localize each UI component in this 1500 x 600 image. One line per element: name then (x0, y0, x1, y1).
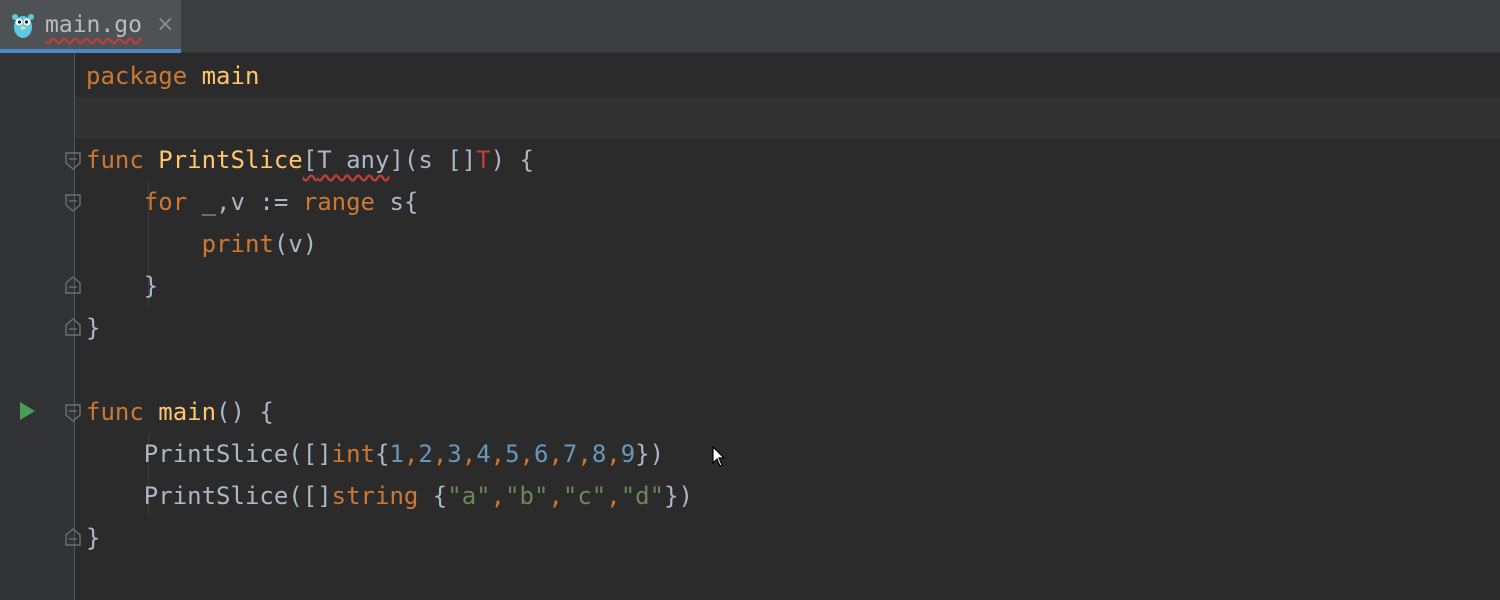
code-text: _,v := (187, 188, 303, 216)
code-line-10[interactable]: PrintSlice([]int{1,2,3,4,5,6,7,8,9}) (86, 433, 664, 475)
number-literal: 1 (389, 440, 404, 468)
code-text: }) (664, 482, 693, 510)
number-literal: 4 (476, 440, 491, 468)
type-param-ref: T (476, 146, 491, 174)
package-name: main (201, 62, 260, 90)
comma: , (461, 440, 477, 468)
fold-marker-icon[interactable] (65, 404, 81, 422)
code-text: }) (635, 440, 665, 468)
comma: , (577, 440, 592, 468)
keyword: func (86, 398, 144, 426)
comma: , (548, 440, 563, 468)
code-line-12[interactable]: } (86, 517, 100, 559)
gopher-icon (12, 14, 34, 38)
tab-main-go[interactable]: main.go × (0, 0, 181, 53)
fold-marker-icon[interactable] (65, 528, 81, 546)
code-text: ([] (288, 482, 332, 510)
comma: , (519, 440, 534, 468)
code-text: ([] (288, 440, 332, 468)
type-keyword: string (331, 482, 419, 510)
type-param-list: T any (317, 146, 390, 174)
mouse-cursor-icon (712, 446, 726, 467)
code-text: () { (216, 398, 274, 426)
code-text: { (418, 482, 448, 510)
keyword: for (143, 188, 188, 216)
number-literal: 2 (418, 440, 433, 468)
comma: , (548, 482, 563, 510)
editor-tab-bar: main.go × (0, 0, 1500, 53)
editor-gutter[interactable] (0, 53, 75, 600)
code-line-4[interactable]: for _,v := range s{ (86, 181, 419, 223)
comma: , (490, 440, 506, 468)
closing-brace: } (143, 272, 159, 300)
fold-marker-icon[interactable] (65, 194, 81, 212)
number-literal: 7 (562, 440, 578, 468)
number-literal: 9 (620, 440, 636, 468)
code-line-5[interactable]: print(v) (86, 223, 318, 265)
code-line-1[interactable]: package main (86, 55, 259, 97)
function-name: PrintSlice (158, 146, 303, 174)
number-literal: 3 (447, 440, 462, 468)
code-text: (v) (273, 230, 318, 258)
string-literal: "c" (562, 482, 607, 510)
function-call: PrintSlice (143, 440, 289, 468)
comma: , (403, 440, 419, 468)
fold-marker-icon[interactable] (65, 276, 81, 294)
comma: , (432, 440, 448, 468)
params: ](s [] (389, 146, 477, 174)
code-line-11[interactable]: PrintSlice([]string {"a","b","c","d"}) (86, 475, 693, 517)
number-literal: 6 (534, 440, 549, 468)
type-keyword: int (331, 440, 376, 468)
number-literal: 8 (591, 440, 607, 468)
code-line-9[interactable]: func main() { (86, 391, 274, 433)
keyword: func (86, 146, 144, 174)
string-literal: "d" (620, 482, 665, 510)
closing-brace: } (86, 524, 101, 552)
tab-close-icon[interactable]: × (156, 12, 174, 37)
code-text: s{ (375, 188, 419, 216)
code-line-7[interactable]: } (86, 307, 100, 349)
code-line-6[interactable]: } (86, 265, 158, 307)
keyword: package (86, 62, 188, 90)
number-literal: 5 (505, 440, 520, 468)
string-literal: "a" (447, 482, 491, 510)
code-line-3[interactable]: func PrintSlice[T any](s []T) { (86, 139, 534, 181)
string-literal: "b" (505, 482, 549, 510)
keyword: range (302, 188, 375, 216)
code-text: { (375, 440, 390, 468)
code-tail: ) { (490, 146, 534, 174)
function-name: main (158, 398, 217, 426)
closing-brace: } (86, 314, 101, 342)
function-call: PrintSlice (143, 482, 289, 510)
current-line-highlight (75, 97, 1500, 139)
comma: , (606, 482, 621, 510)
comma: , (606, 440, 621, 468)
fold-marker-icon[interactable] (65, 318, 81, 336)
builtin-function: print (201, 230, 274, 258)
fold-marker-icon[interactable] (65, 152, 81, 170)
comma: , (490, 482, 506, 510)
run-arrow-icon[interactable] (18, 401, 36, 421)
type-param-open: [ (302, 146, 318, 174)
tab-filename: main.go (45, 12, 142, 38)
